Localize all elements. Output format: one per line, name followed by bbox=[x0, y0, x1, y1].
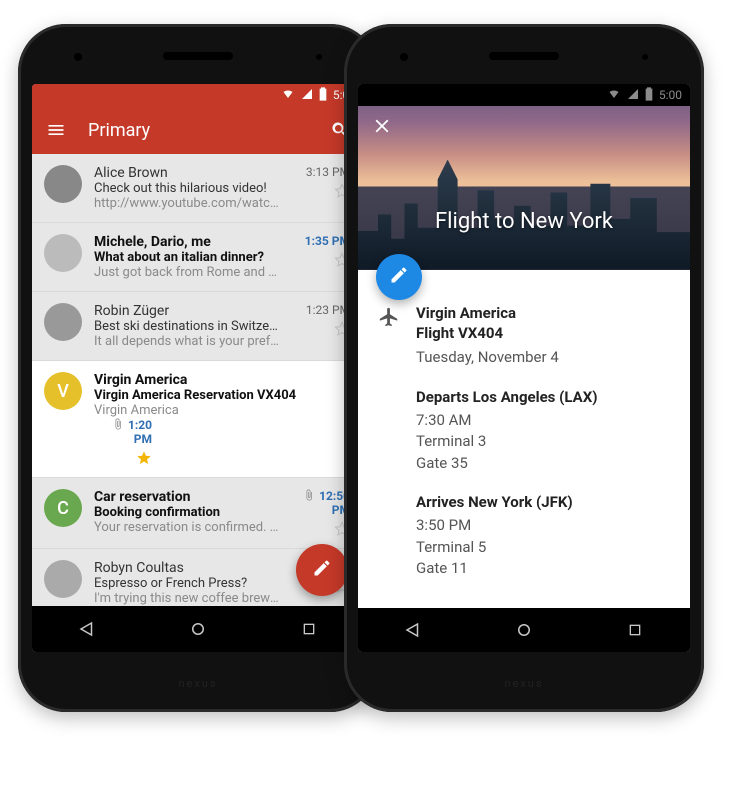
status-time: 5:00 bbox=[659, 88, 682, 102]
gmail-app: 5:00 Primary Alice BrownCheck out this h… bbox=[32, 84, 364, 652]
email-snippet: http://www.youtube.com/watch?v=89... bbox=[94, 196, 280, 211]
nav-recent-icon[interactable] bbox=[625, 620, 645, 640]
avatar[interactable] bbox=[44, 165, 82, 203]
email-time: 12:50 PM bbox=[292, 489, 350, 517]
inbox-flight-card: 5:00 Flight to New York bbox=[358, 84, 690, 652]
nav-home-icon[interactable] bbox=[514, 620, 534, 640]
android-navbar bbox=[32, 606, 364, 652]
email-sender: Robyn Coultas bbox=[94, 560, 280, 576]
email-subject: Virgin America Reservation VX404 bbox=[94, 388, 350, 403]
email-subject: Check out this hilarious video! bbox=[94, 181, 280, 196]
pencil-icon bbox=[389, 265, 409, 289]
nav-back-icon[interactable] bbox=[403, 620, 423, 640]
flight-hero: 5:00 Flight to New York bbox=[358, 84, 690, 270]
email-snippet: I'm trying this new coffee brewing place… bbox=[94, 591, 280, 606]
email-row[interactable]: Robin ZügerBest ski destinations in Swit… bbox=[32, 292, 364, 361]
email-snippet: Your reservation is confirmed. Please... bbox=[94, 520, 280, 535]
arrival-terminal: Terminal 5 bbox=[416, 537, 670, 559]
avatar[interactable] bbox=[44, 560, 82, 598]
android-navbar bbox=[358, 608, 690, 652]
status-bar: 5:00 bbox=[32, 84, 364, 106]
flight-details: Virgin America Flight VX404 Tuesday, Nov… bbox=[358, 270, 690, 609]
email-row[interactable]: C Car reservationBooking confirmationYour… bbox=[32, 478, 364, 549]
avatar[interactable] bbox=[44, 303, 82, 341]
departure-section: Departs Los Angeles (LAX) 7:30 AM Termin… bbox=[416, 388, 670, 475]
email-subject: What about an italian dinner? bbox=[94, 250, 280, 265]
edit-fab[interactable] bbox=[376, 254, 422, 300]
departure-time: 7:30 AM bbox=[416, 410, 670, 432]
status-bar: 5:00 bbox=[358, 84, 690, 106]
arrival-gate: Gate 11 bbox=[416, 558, 670, 580]
email-subject: Best ski destinations in Switzerland bbox=[94, 319, 280, 334]
compose-fab[interactable] bbox=[296, 544, 348, 596]
wifi-icon bbox=[607, 88, 621, 103]
arrival-time: 3:50 PM bbox=[416, 515, 670, 537]
battery-icon bbox=[319, 87, 327, 104]
email-time: 1:20 PM bbox=[94, 418, 152, 446]
battery-icon bbox=[645, 87, 653, 104]
email-row[interactable]: Michele, Dario, meWhat about an italian … bbox=[32, 223, 364, 292]
email-subject: Booking confirmation bbox=[94, 505, 280, 520]
wifi-icon bbox=[281, 88, 295, 103]
email-sender: Alice Brown bbox=[94, 165, 280, 181]
email-row[interactable]: V Virgin AmericaVirgin America Reservatio… bbox=[32, 361, 364, 478]
airline-name: Virgin America bbox=[416, 304, 559, 322]
menu-icon[interactable] bbox=[46, 120, 66, 140]
gmail-header: 5:00 Primary bbox=[32, 84, 364, 154]
phone-inbox: 5:00 Flight to New York bbox=[344, 24, 704, 712]
email-list[interactable]: Alice BrownCheck out this hilarious vide… bbox=[32, 154, 364, 606]
email-row[interactable]: Alice BrownCheck out this hilarious vide… bbox=[32, 154, 364, 223]
avatar[interactable] bbox=[44, 234, 82, 272]
arrival-heading: Arrives New York (JFK) bbox=[416, 493, 670, 511]
close-icon[interactable] bbox=[370, 114, 394, 138]
departure-heading: Departs Los Angeles (LAX) bbox=[416, 388, 670, 406]
pencil-icon bbox=[312, 558, 332, 582]
email-subject: Espresso or French Press? bbox=[94, 576, 280, 591]
phone-gmail: 5:00 Primary Alice BrownCheck out this h… bbox=[18, 24, 378, 712]
signal-icon bbox=[627, 88, 639, 103]
attachment-icon bbox=[112, 418, 124, 430]
nav-home-icon[interactable] bbox=[188, 619, 208, 639]
email-sender: Virgin America bbox=[94, 372, 350, 388]
flight-summary: Virgin America Flight VX404 Tuesday, Nov… bbox=[416, 304, 559, 368]
avatar[interactable]: V bbox=[44, 372, 82, 410]
arrival-section: Arrives New York (JFK) 3:50 PM Terminal … bbox=[416, 493, 670, 580]
signal-icon bbox=[301, 88, 313, 103]
airplane-icon bbox=[378, 306, 400, 368]
email-sender: Car reservation bbox=[94, 489, 280, 505]
hero-title: Flight to New York bbox=[435, 209, 613, 234]
nav-back-icon[interactable] bbox=[77, 619, 97, 639]
flight-date: Tuesday, November 4 bbox=[416, 348, 559, 366]
departure-gate: Gate 35 bbox=[416, 453, 670, 475]
email-snippet: It all depends what is your preferences … bbox=[94, 334, 280, 349]
page-title: Primary bbox=[88, 120, 308, 141]
star-icon[interactable] bbox=[136, 450, 152, 466]
email-sender: Michele, Dario, me bbox=[94, 234, 280, 250]
email-snippet: Virgin America bbox=[94, 403, 350, 418]
nav-recent-icon[interactable] bbox=[299, 619, 319, 639]
attachment-icon bbox=[303, 489, 315, 501]
email-snippet: Just got back from Rome and I've plenty … bbox=[94, 265, 280, 280]
departure-terminal: Terminal 3 bbox=[416, 431, 670, 453]
flight-number: Flight VX404 bbox=[416, 324, 559, 342]
email-sender: Robin Züger bbox=[94, 303, 280, 319]
avatar[interactable]: C bbox=[44, 489, 82, 527]
